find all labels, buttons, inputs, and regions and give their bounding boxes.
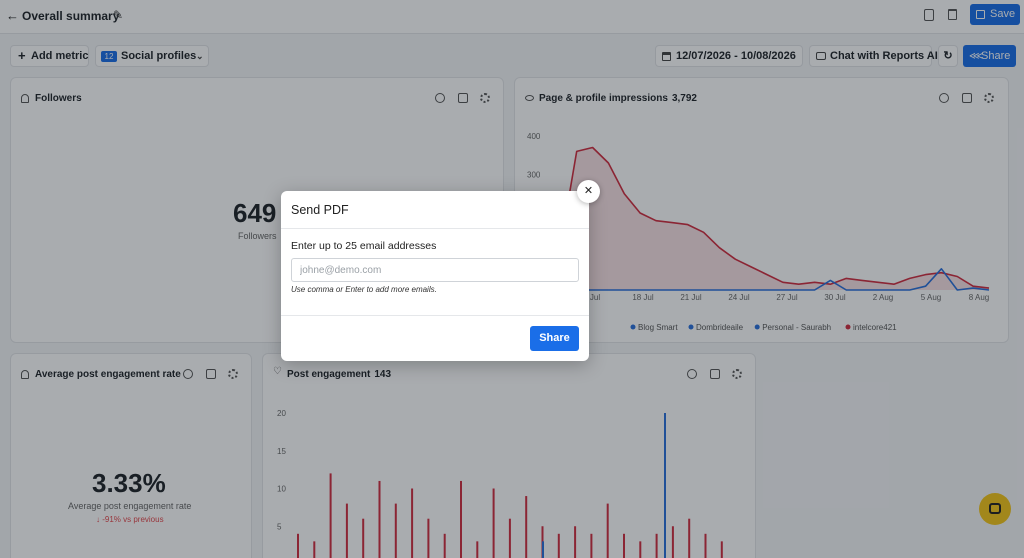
- modal-title: Send PDF: [291, 203, 349, 217]
- email-field-label: Enter up to 25 email addresses: [291, 240, 437, 252]
- send-pdf-modal: Send PDF Enter up to 25 email addresses …: [281, 191, 589, 361]
- divider: [281, 315, 589, 316]
- email-input[interactable]: [291, 258, 579, 282]
- close-icon[interactable]: ✕: [577, 180, 600, 203]
- divider: [281, 228, 589, 229]
- email-hint: Use comma or Enter to add more emails.: [291, 285, 437, 294]
- share-button[interactable]: Share: [530, 326, 579, 351]
